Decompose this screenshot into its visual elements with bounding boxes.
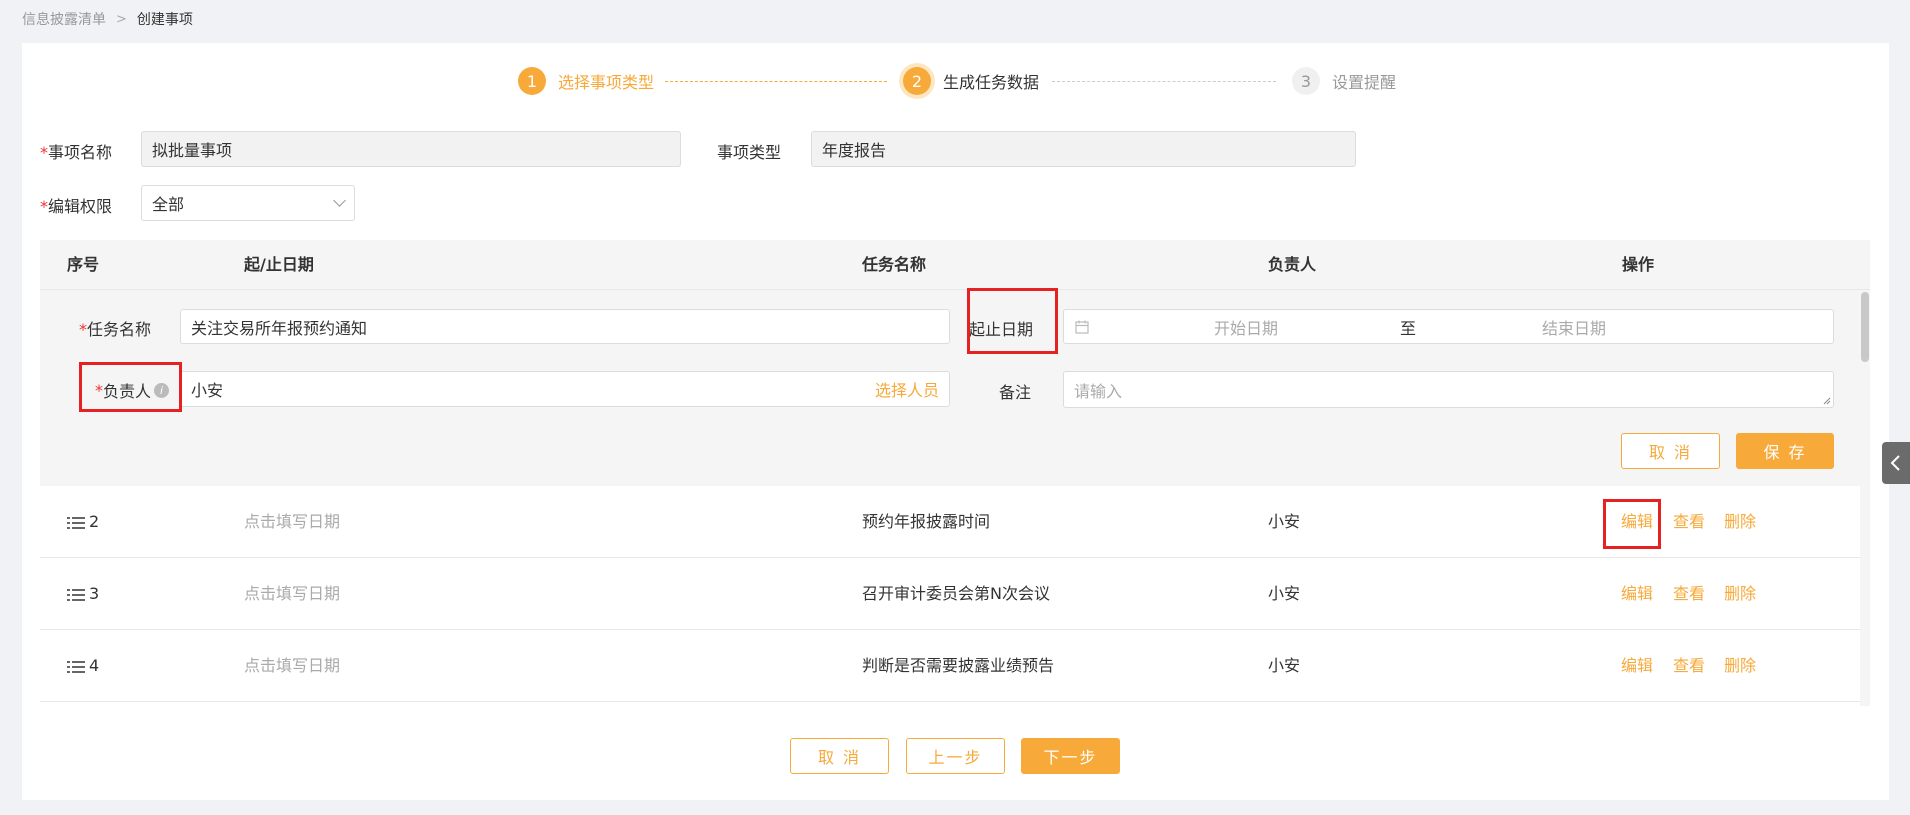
calendar-icon xyxy=(1075,320,1089,334)
breadcrumb-current: 创建事项 xyxy=(136,12,193,28)
row-task: 召开审计委员会第N次会议 xyxy=(862,584,1050,603)
drag-list-icon[interactable] xyxy=(67,588,85,602)
highlight-box-edit-link xyxy=(1603,499,1661,549)
row-task: 预约年报披露时间 xyxy=(862,512,991,531)
step-connector-1 xyxy=(665,81,887,82)
footer-cancel-button[interactable]: 取 消 xyxy=(790,738,889,774)
owner-input[interactable]: 小安 选择人员 xyxy=(180,371,950,407)
step-1-number: 1 xyxy=(518,67,546,95)
row-delete-link[interactable]: 删除 xyxy=(1724,558,1756,630)
row-edit-link[interactable]: 编辑 xyxy=(1621,558,1653,630)
row-view-link[interactable]: 查看 xyxy=(1673,486,1705,558)
table-row: 2 点击填写日期 预约年报披露时间 小安 编辑 查看 删除 xyxy=(40,486,1860,558)
edit-save-button[interactable]: 保 存 xyxy=(1736,433,1834,469)
date-range-picker[interactable]: 开始日期 至 结束日期 xyxy=(1063,309,1834,344)
drag-list-icon[interactable] xyxy=(67,516,85,530)
step-1: 1 选择事项类型 xyxy=(518,67,654,95)
chevron-down-icon xyxy=(333,194,346,207)
item-type-field: 年度报告 xyxy=(811,131,1356,167)
row-delete-link[interactable]: 删除 xyxy=(1724,630,1756,702)
step-3: 3 设置提醒 xyxy=(1292,67,1396,95)
edit-permission-select[interactable]: 全部 xyxy=(141,185,355,221)
step-2-number: 2 xyxy=(903,67,931,95)
chevron-left-icon xyxy=(1890,455,1900,471)
edit-permission-label: *编辑权限 xyxy=(40,197,113,216)
highlight-box-date-label xyxy=(967,288,1058,354)
row-date[interactable]: 点击填写日期 xyxy=(244,558,340,630)
col-dates: 起/止日期 xyxy=(244,255,314,274)
row-date[interactable]: 点击填写日期 xyxy=(244,630,340,702)
col-index: 序号 xyxy=(67,255,100,274)
step-3-number: 3 xyxy=(1292,67,1320,95)
note-placeholder: 请输入 xyxy=(1074,381,1123,401)
end-date-placeholder: 结束日期 xyxy=(1542,318,1607,338)
table-scrollbar-thumb[interactable] xyxy=(1861,292,1869,362)
item-name-label: *事项名称 xyxy=(40,143,113,162)
row-view-link[interactable]: 查看 xyxy=(1673,558,1705,630)
item-type-label: 事项类型 xyxy=(717,143,782,162)
row-owner: 小安 xyxy=(1268,584,1301,603)
required-mark: * xyxy=(40,143,48,162)
row-owner: 小安 xyxy=(1268,512,1301,531)
table-row: 4 点击填写日期 判断是否需要披露业绩预告 小安 编辑 查看 删除 xyxy=(40,630,1860,702)
row-owner: 小安 xyxy=(1268,656,1301,675)
collapse-panel-tab[interactable] xyxy=(1882,442,1910,484)
table-row: 3 点击填写日期 召开审计委员会第N次会议 小安 编辑 查看 删除 xyxy=(40,558,1860,630)
col-actions: 操作 xyxy=(1622,255,1655,274)
range-separator: 至 xyxy=(1400,318,1417,338)
row-task: 判断是否需要披露业绩预告 xyxy=(862,656,1055,675)
col-owner: 负责人 xyxy=(1268,255,1317,274)
start-date-placeholder: 开始日期 xyxy=(1214,318,1279,338)
note-label: 备注 xyxy=(999,383,1032,402)
row-index: 3 xyxy=(67,558,99,630)
step-1-label: 选择事项类型 xyxy=(558,73,655,92)
drag-list-icon[interactable] xyxy=(67,660,85,674)
prev-step-button[interactable]: 上一步 xyxy=(906,738,1005,774)
highlight-box-owner-label xyxy=(79,362,182,412)
breadcrumb-parent[interactable]: 信息披露清单 xyxy=(22,9,106,29)
note-textarea[interactable]: 请输入 xyxy=(1063,371,1834,408)
task-name-input[interactable]: 关注交易所年报预约通知 xyxy=(180,309,950,344)
row-index: 2 xyxy=(67,486,99,558)
item-name-field: 拟批量事项 xyxy=(141,131,681,167)
next-step-button[interactable]: 下一步 xyxy=(1021,738,1120,774)
step-2-label: 生成任务数据 xyxy=(943,73,1040,92)
col-task: 任务名称 xyxy=(862,255,927,274)
step-2: 2 生成任务数据 xyxy=(903,67,1039,95)
row-edit-link[interactable]: 编辑 xyxy=(1621,630,1653,702)
step-3-label: 设置提醒 xyxy=(1332,73,1397,92)
table-header: 序号 起/止日期 任务名称 负责人 操作 xyxy=(40,240,1870,290)
row-index: 4 xyxy=(67,630,99,702)
select-person-link[interactable]: 选择人员 xyxy=(875,377,939,401)
task-name-label: *任务名称 xyxy=(79,320,152,339)
row-view-link[interactable]: 查看 xyxy=(1673,630,1705,702)
resize-handle-icon[interactable] xyxy=(1823,397,1831,405)
row-delete-link[interactable]: 删除 xyxy=(1724,486,1756,558)
breadcrumb: 信息披露清单 > 创建事项 xyxy=(22,8,193,30)
edit-cancel-button[interactable]: 取 消 xyxy=(1621,433,1720,469)
step-connector-2 xyxy=(1052,81,1276,82)
row-date[interactable]: 点击填写日期 xyxy=(244,486,340,558)
chevron-right-icon: > xyxy=(116,11,127,27)
